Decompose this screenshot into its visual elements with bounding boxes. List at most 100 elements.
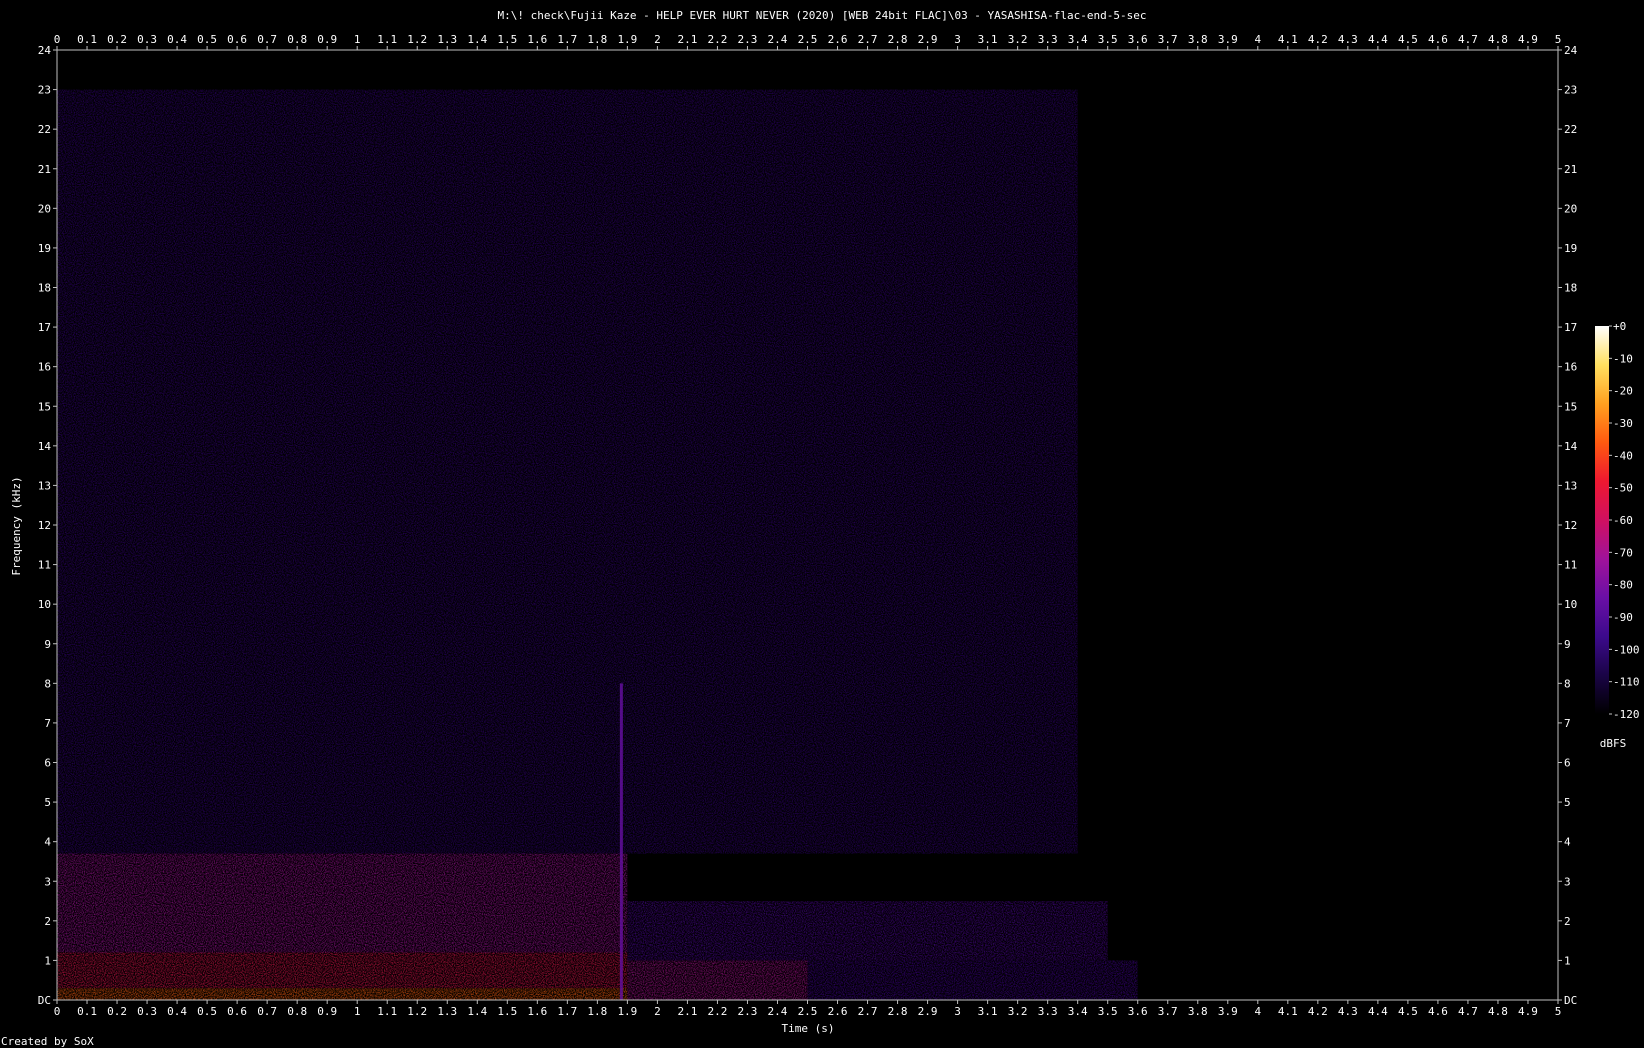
x-tick-label: 4 <box>1254 1005 1261 1018</box>
spectrogram-chart: M:\! check\Fujii Kaze - HELP EVER HURT N… <box>1 9 1640 1048</box>
x-tick-label: 2.1 <box>677 33 697 46</box>
x-tick-label: 1.1 <box>377 33 397 46</box>
x-tick-label: 5 <box>1555 1005 1562 1018</box>
colorbar: +0 -10 -20 -30 -40 -50 -60 -70 -80 -90 -100 -110 -12… <box>1595 320 1640 750</box>
colorbar-tick-label: +0 <box>1613 320 1626 333</box>
colorbar-tick-label: -70 <box>1613 546 1633 559</box>
x-tick-label: 4.5 <box>1398 1005 1418 1018</box>
y-tick-label: 8 <box>44 677 51 690</box>
x-tick-label: 0.4 <box>167 33 187 46</box>
y-tick-label: 1 <box>1564 954 1571 967</box>
x-tick-label: 3.9 <box>1218 33 1238 46</box>
x-tick-label: 0.5 <box>197 33 217 46</box>
x-tick-label: 2.1 <box>677 1005 697 1018</box>
x-tick-label: 2.4 <box>768 1005 788 1018</box>
y-axis-right: DC12345678910111213141516171819202122232… <box>1558 44 1578 1007</box>
colorbar-tick-label: -80 <box>1613 579 1633 592</box>
x-tick-label: 4.4 <box>1368 33 1388 46</box>
y-tick-label: 17 <box>38 321 51 334</box>
colorbar-tick-label: -50 <box>1613 482 1633 495</box>
y-tick-label: 13 <box>1564 479 1577 492</box>
x-tick-label: 3.3 <box>1038 1005 1058 1018</box>
x-tick-label: 4.5 <box>1398 33 1418 46</box>
x-tick-label: 1.3 <box>437 1005 457 1018</box>
spectrogram-region <box>57 988 628 1000</box>
spectrogram-region <box>57 853 628 953</box>
y-tick-label: 23 <box>38 84 51 97</box>
x-tick-label: 0.3 <box>137 33 157 46</box>
y-tick-label: 3 <box>1564 875 1571 888</box>
y-tick-label: 19 <box>1564 242 1577 255</box>
x-tick-label: 4.7 <box>1458 1005 1478 1018</box>
x-tick-label: 3.1 <box>978 1005 998 1018</box>
y-tick-label: 3 <box>44 875 51 888</box>
x-tick-label: 0.1 <box>77 1005 97 1018</box>
y-tick-label: 5 <box>44 796 51 809</box>
y-tick-label: 11 <box>38 559 51 572</box>
x-tick-label: 1.7 <box>557 33 577 46</box>
y-tick-label: 21 <box>38 163 51 176</box>
x-tick-label: 2.9 <box>918 33 938 46</box>
x-tick-label: 0.9 <box>317 33 337 46</box>
y-tick-label: 12 <box>1564 519 1577 532</box>
x-tick-label: 2.5 <box>798 33 818 46</box>
x-tick-label: 3 <box>954 33 961 46</box>
colorbar-tick-label: -10 <box>1613 352 1633 365</box>
y-tick-label: 13 <box>38 479 51 492</box>
x-tick-label: 2.2 <box>708 33 728 46</box>
y-tick-label: 24 <box>38 44 52 57</box>
x-tick-label: 2 <box>654 33 661 46</box>
colorbar-tick-label: -100 <box>1613 643 1640 656</box>
x-tick-label: 4.6 <box>1428 33 1448 46</box>
y-tick-label: 1 <box>44 954 51 967</box>
spectrogram-region <box>627 960 808 1000</box>
x-tick-label: 0.9 <box>317 1005 337 1018</box>
y-tick-label: 7 <box>44 717 51 730</box>
x-tick-label: 2.6 <box>828 1005 848 1018</box>
x-tick-label: 5 <box>1555 33 1562 46</box>
y-tick-label: 22 <box>38 123 51 136</box>
x-tick-label: 1.5 <box>497 33 517 46</box>
x-tick-label: 3.7 <box>1158 1005 1178 1018</box>
x-tick-label: 2.5 <box>798 1005 818 1018</box>
x-tick-label: 2.4 <box>768 33 788 46</box>
x-tick-label: 2.3 <box>738 1005 758 1018</box>
x-tick-label: 2.3 <box>738 33 758 46</box>
x-tick-label: 2.8 <box>888 33 908 46</box>
x-tick-label: 0.2 <box>107 33 127 46</box>
spectrogram-region <box>57 952 628 989</box>
y-tick-label: 2 <box>1564 915 1571 928</box>
x-tick-label: 1.5 <box>497 1005 517 1018</box>
x-tick-label: 4.4 <box>1368 1005 1388 1018</box>
x-tick-label: 1.2 <box>407 33 427 46</box>
x-tick-label: 1.8 <box>587 33 607 46</box>
x-tick-label: 3.5 <box>1098 33 1118 46</box>
x-tick-label: 4.3 <box>1338 1005 1358 1018</box>
y-tick-label: 20 <box>38 202 51 215</box>
y-tick-label: 9 <box>44 638 51 651</box>
x-tick-label: 4.9 <box>1518 33 1538 46</box>
x-tick-label: 2.2 <box>708 1005 728 1018</box>
x-tick-label: 1 <box>354 1005 361 1018</box>
x-tick-label: 0.3 <box>137 1005 157 1018</box>
spectrogram-region <box>57 89 1078 854</box>
x-tick-label: 4.6 <box>1428 1005 1448 1018</box>
y-tick-label: 6 <box>44 757 51 770</box>
y-tick-label: 14 <box>38 440 52 453</box>
x-tick-label: 2.7 <box>858 33 878 46</box>
x-tick-label: 3.6 <box>1128 33 1148 46</box>
y-tick-label: 16 <box>38 361 51 374</box>
x-tick-label: 1.4 <box>467 33 487 46</box>
y-tick-label: 23 <box>1564 84 1577 97</box>
x-tick-label: 4.2 <box>1308 1005 1328 1018</box>
x-tick-label: 0.2 <box>107 1005 127 1018</box>
x-tick-label: 3.1 <box>978 33 998 46</box>
x-tick-label: 1.7 <box>557 1005 577 1018</box>
x-tick-label: 0.6 <box>227 1005 247 1018</box>
y-tick-label: 2 <box>44 915 51 928</box>
x-tick-label: 4.1 <box>1278 33 1298 46</box>
x-tick-label: 0.6 <box>227 33 247 46</box>
x-tick-label: 3.2 <box>1008 33 1028 46</box>
y-tick-label: 10 <box>38 598 51 611</box>
x-tick-label: 0.1 <box>77 33 97 46</box>
